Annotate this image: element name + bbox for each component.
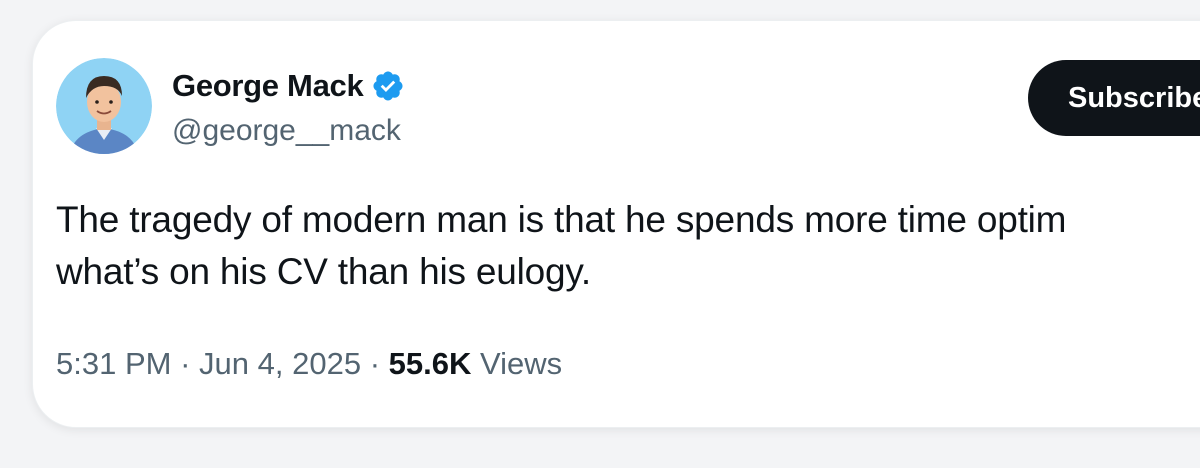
meta-separator: · bbox=[369, 346, 381, 381]
subscribe-button[interactable]: Subscribe bbox=[1028, 60, 1200, 136]
author-name-row: George Mack bbox=[172, 66, 405, 106]
tweet-text: The tragedy of modern man is that he spe… bbox=[56, 199, 1067, 292]
avatar-illustration bbox=[56, 58, 152, 154]
avatar[interactable] bbox=[56, 58, 152, 154]
tweet-date[interactable]: Jun 4, 2025 bbox=[199, 346, 361, 381]
verified-badge-icon bbox=[371, 69, 405, 103]
tweet-time[interactable]: 5:31 PM bbox=[56, 346, 171, 381]
views-count: 55.6K bbox=[388, 346, 472, 381]
views-label: Views bbox=[480, 346, 563, 381]
meta-separator: · bbox=[180, 346, 191, 381]
author-handle[interactable]: @george__mack bbox=[172, 114, 401, 148]
author-name[interactable]: George Mack bbox=[172, 68, 364, 104]
tweet-meta: 5:31 PM · Jun 4, 2025 · 55.6K Views bbox=[56, 346, 562, 382]
